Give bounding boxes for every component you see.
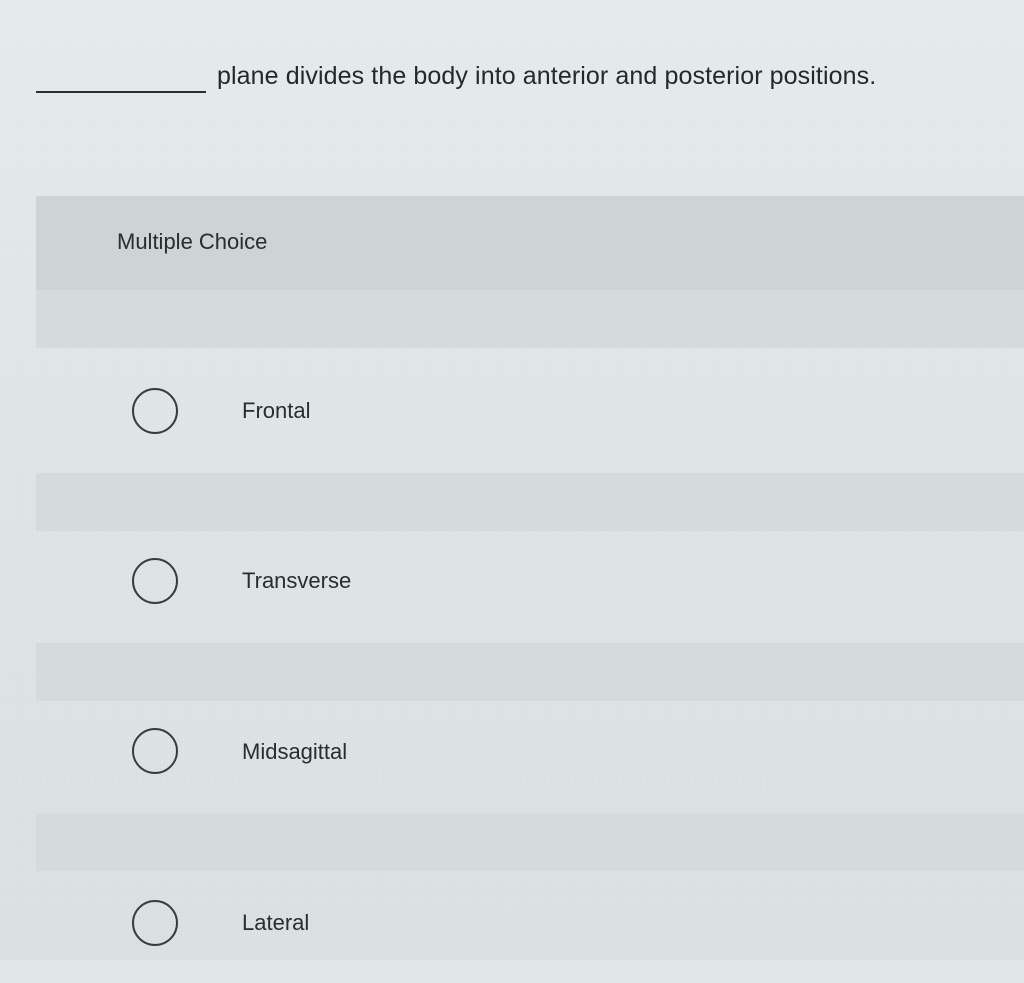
option-transverse[interactable]: Transverse xyxy=(36,473,1024,643)
multiple-choice-header: Multiple Choice xyxy=(36,196,1024,290)
question-text: plane divides the body into anterior and… xyxy=(217,62,877,90)
option-midsagittal[interactable]: Midsagittal xyxy=(36,643,1024,813)
answer-blank-line xyxy=(36,91,206,93)
radio-button-midsagittal[interactable] xyxy=(132,728,178,774)
option-separator-band xyxy=(36,813,1024,871)
radio-button-transverse[interactable] xyxy=(132,558,178,604)
answer-options: Frontal Transverse Midsagittal Lateral xyxy=(36,290,1024,960)
radio-button-frontal[interactable] xyxy=(132,388,178,434)
quiz-screen: plane divides the body into anterior and… xyxy=(0,0,1024,960)
option-lateral[interactable]: Lateral xyxy=(36,813,1024,983)
option-separator-band xyxy=(36,473,1024,531)
option-label-transverse[interactable]: Transverse xyxy=(242,568,351,594)
multiple-choice-label: Multiple Choice xyxy=(117,229,268,254)
option-label-frontal[interactable]: Frontal xyxy=(242,398,310,424)
question-prompt: plane divides the body into anterior and… xyxy=(36,58,1016,106)
radio-button-lateral[interactable] xyxy=(132,900,178,946)
option-separator-band xyxy=(36,290,1024,348)
option-label-lateral[interactable]: Lateral xyxy=(242,910,309,936)
option-label-midsagittal[interactable]: Midsagittal xyxy=(242,739,347,765)
option-separator-band xyxy=(36,643,1024,701)
option-frontal[interactable]: Frontal xyxy=(36,290,1024,460)
